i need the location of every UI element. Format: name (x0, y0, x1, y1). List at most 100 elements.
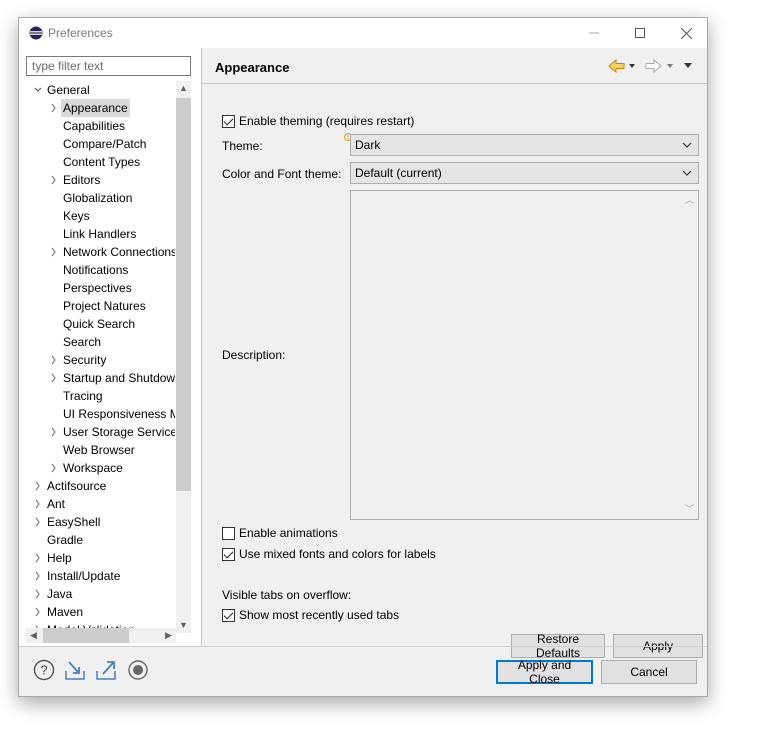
chevron-down-icon[interactable]: ﹀ (683, 503, 696, 516)
tree-item-label: Ant (47, 497, 66, 511)
tree-item[interactable]: Perspectives (19, 279, 175, 297)
scroll-right-icon[interactable]: ▶ (161, 628, 176, 643)
horizontal-scroll-thumb[interactable] (43, 628, 129, 643)
tree-item-label: Actifsource (47, 479, 107, 493)
mixed-fonts-checkbox[interactable]: Use mixed fonts and colors for labels (222, 546, 436, 562)
chevron-right-icon[interactable] (33, 603, 43, 621)
scroll-down-icon[interactable]: ▼ (176, 618, 191, 633)
minimize-button[interactable] (571, 18, 617, 48)
tree-item[interactable]: Tracing (19, 387, 175, 405)
title-bar: Preferences (19, 18, 707, 48)
window-title: Preferences (48, 26, 113, 40)
chevron-up-icon[interactable]: ︿ (683, 194, 696, 207)
enable-theming-box[interactable] (222, 114, 235, 128)
apply-and-close-button[interactable]: Apply and Close (496, 658, 593, 686)
scroll-up-icon[interactable]: ▲ (176, 81, 191, 96)
tree-item[interactable]: Maven (19, 603, 175, 621)
tree-item[interactable]: Compare/Patch (19, 135, 175, 153)
close-button[interactable] (663, 18, 709, 48)
show-mru-label: Show most recently used tabs (239, 608, 400, 622)
tree-item-label: Install/Update (47, 569, 121, 583)
tree-item[interactable]: Help (19, 549, 175, 567)
scroll-left-icon[interactable]: ◀ (26, 628, 41, 643)
tree-item[interactable]: Security (19, 351, 175, 369)
back-icon[interactable] (608, 58, 625, 74)
tree-item-label: Workspace (63, 461, 123, 475)
tree-item[interactable]: Network Connections (19, 243, 175, 261)
tree-item-label: Maven (47, 605, 84, 619)
view-menu-icon[interactable] (684, 63, 692, 68)
tree-item[interactable]: Notifications (19, 261, 175, 279)
scroll-thumb[interactable] (176, 98, 191, 491)
preference-page: Appearance Enable theming (requires rest… (202, 48, 707, 660)
chevron-right-icon[interactable] (49, 171, 59, 189)
navigation-pane: General Appearance Capabilities Compare/Pat… (19, 48, 201, 646)
description-text-area[interactable]: ︿ ﹀ (350, 190, 699, 520)
chevron-right-icon[interactable] (49, 351, 59, 369)
chevron-right-icon[interactable] (33, 495, 43, 513)
chevron-down-icon (682, 170, 692, 176)
tree-item[interactable]: Gradle (19, 531, 175, 549)
tree-item-label: Web Browser (63, 443, 135, 457)
tree-item[interactable]: User Storage Service (19, 423, 175, 441)
tree-item[interactable]: EasyShell (19, 513, 175, 531)
tree-item[interactable]: Globalization (19, 189, 175, 207)
mixed-fonts-box[interactable] (222, 547, 235, 561)
tree-horizontal-scrollbar[interactable]: ◀ ▶ (26, 628, 176, 643)
tree-item[interactable]: Java (19, 585, 175, 603)
tree-item[interactable]: Install/Update (19, 567, 175, 585)
chevron-right-icon[interactable] (33, 513, 43, 531)
tree-item[interactable]: Quick Search (19, 315, 175, 333)
tree-item[interactable]: Content Types (19, 153, 175, 171)
tree-item-label: User Storage Service (63, 425, 175, 439)
forward-icon[interactable] (645, 58, 662, 74)
chevron-right-icon[interactable] (49, 99, 59, 117)
show-mru-box[interactable] (222, 608, 235, 622)
enable-animations-checkbox[interactable]: Enable animations (222, 525, 338, 541)
tree-item[interactable]: Link Handlers (19, 225, 175, 243)
tree-item[interactable]: Capabilities (19, 117, 175, 135)
tree-item-label: Help (47, 551, 72, 565)
export-icon[interactable] (95, 659, 117, 681)
show-mru-checkbox[interactable]: Show most recently used tabs (222, 607, 399, 623)
cancel-button[interactable]: Cancel (601, 660, 697, 684)
back-history-dropdown-icon[interactable] (629, 64, 635, 68)
enable-animations-box[interactable] (222, 526, 235, 540)
chevron-right-icon[interactable] (33, 585, 43, 603)
tree-item[interactable]: Search (19, 333, 175, 351)
tree-item[interactable]: Editors (19, 171, 175, 189)
forward-history-dropdown-icon[interactable] (667, 64, 673, 68)
tree-item[interactable]: Appearance (19, 99, 175, 117)
tree-item-label: Link Handlers (63, 227, 137, 241)
chevron-down-icon[interactable] (33, 81, 43, 99)
tree-item[interactable]: Workspace (19, 459, 175, 477)
tree-vertical-scrollbar[interactable]: ▲ ▼ (176, 81, 191, 633)
tree-item[interactable]: Web Browser (19, 441, 175, 459)
filter-input[interactable] (26, 56, 191, 76)
maximize-button[interactable] (617, 18, 663, 48)
tree-item[interactable]: Keys (19, 207, 175, 225)
chevron-right-icon[interactable] (33, 549, 43, 567)
tree-item[interactable]: Project Natures (19, 297, 175, 315)
chevron-right-icon[interactable] (33, 567, 43, 585)
chevron-right-icon[interactable] (33, 477, 43, 495)
chevron-right-icon[interactable] (49, 243, 59, 261)
tree-item-label: Java (47, 587, 73, 601)
tree-item[interactable]: Ant (19, 495, 175, 513)
help-icon[interactable]: ? (33, 659, 55, 681)
chevron-right-icon[interactable] (49, 369, 59, 387)
record-icon[interactable] (127, 659, 149, 681)
tree-item[interactable]: Actifsource (19, 477, 175, 495)
tree-item[interactable]: General (19, 81, 175, 99)
color-font-theme-select[interactable]: Default (current) (350, 162, 699, 184)
visible-tabs-label: Visible tabs on overflow: (222, 588, 352, 602)
theme-select[interactable]: Dark (350, 134, 699, 156)
tree-item[interactable]: UI Responsiveness Monitoring (19, 405, 175, 423)
enable-theming-label: Enable theming (requires restart) (239, 114, 415, 128)
tree-item[interactable]: Startup and Shutdown (19, 369, 175, 387)
enable-theming-checkbox[interactable]: Enable theming (requires restart) (222, 113, 414, 129)
mixed-fonts-label: Use mixed fonts and colors for labels (239, 547, 436, 561)
chevron-right-icon[interactable] (49, 423, 59, 441)
import-icon[interactable] (64, 659, 86, 681)
chevron-right-icon[interactable] (49, 459, 59, 477)
